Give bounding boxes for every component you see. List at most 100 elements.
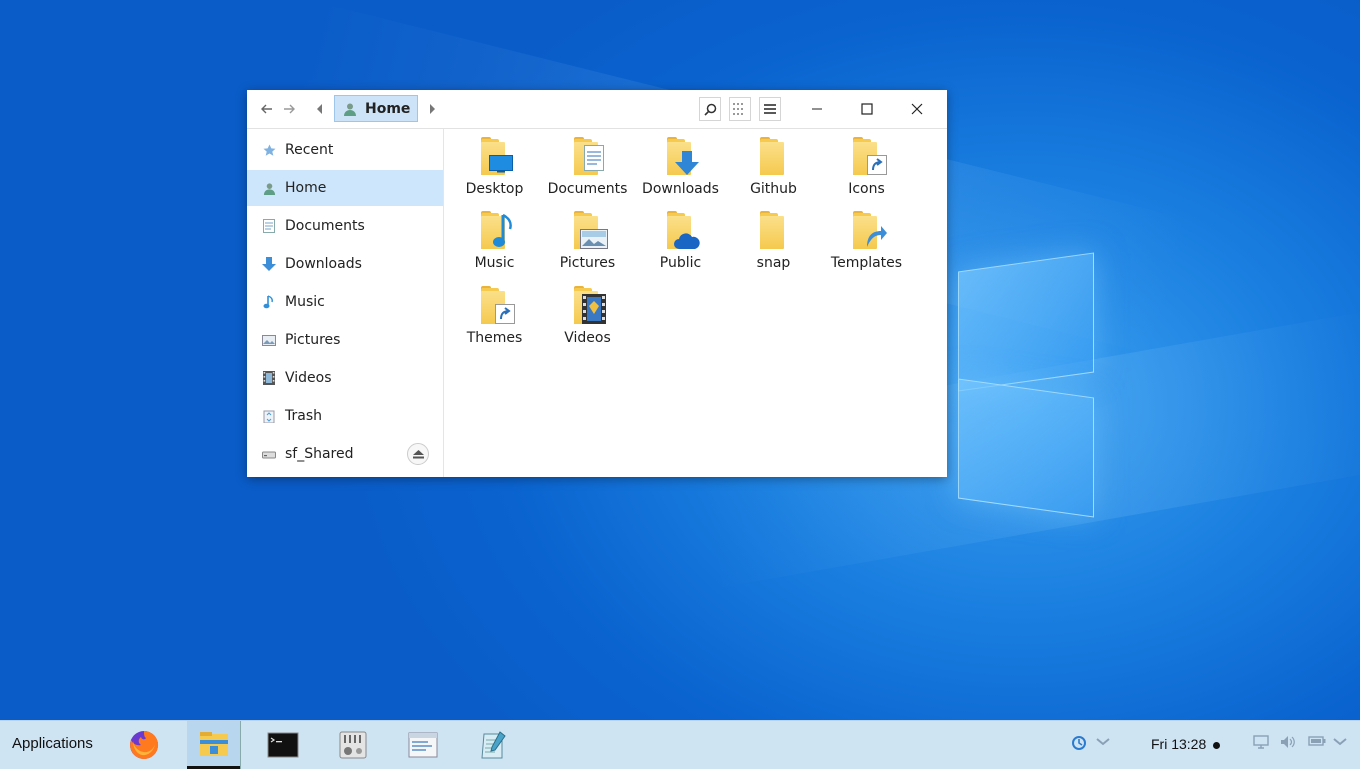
taskbar-firefox[interactable] (117, 721, 171, 769)
folder-icon (849, 137, 887, 177)
battery-icon (1308, 736, 1326, 746)
close-button[interactable] (893, 96, 941, 122)
path-left-button[interactable] (313, 98, 327, 120)
sidebar-item-videos[interactable]: Videos (247, 360, 443, 396)
taskbar-file-manager[interactable] (187, 721, 241, 769)
sidebar-item-recent[interactable]: Recent (247, 132, 443, 168)
file-item-label: Pictures (559, 255, 616, 271)
caret-right-icon (430, 104, 435, 114)
sidebar-item-sf-shared[interactable]: sf_Shared (247, 436, 443, 472)
file-item-templates[interactable]: Templates (820, 203, 913, 275)
tray-expand-button[interactable] (1096, 735, 1110, 751)
file-item-downloads[interactable]: Downloads (634, 129, 727, 201)
clock-time: Fri 13:28 (1151, 736, 1207, 752)
file-item-label: Templates (830, 255, 903, 271)
sidebar-item-downloads[interactable]: Downloads (247, 246, 443, 282)
minimize-button[interactable] (793, 96, 841, 122)
chevron-down-icon (1333, 738, 1347, 746)
file-item-themes[interactable]: Themes (448, 278, 541, 350)
file-item-videos[interactable]: Videos (541, 278, 634, 350)
folder-icon (477, 286, 515, 326)
terminal-icon (267, 732, 299, 758)
system-monitor-icon (408, 732, 438, 758)
drive-icon (262, 447, 276, 461)
view-toggle-button[interactable] (729, 97, 751, 121)
arrow-left-icon (261, 104, 272, 114)
document-icon (262, 219, 276, 233)
system-menu-button[interactable] (1333, 735, 1347, 751)
sidebar-item-label: Documents (285, 218, 365, 234)
sidebar-item-trash[interactable]: Trash (247, 398, 443, 434)
sidebar-item-music[interactable]: Music (247, 284, 443, 320)
clock[interactable]: Fri 13:28 (1151, 736, 1221, 752)
sidebar-item-pictures[interactable]: Pictures (247, 322, 443, 358)
file-item-label: Icons (848, 181, 885, 197)
battery-indicator[interactable] (1308, 735, 1326, 751)
file-item-label: Themes (466, 330, 523, 346)
sidebar-item-label: Home (285, 180, 327, 196)
file-item-label: Github (750, 181, 797, 197)
taskbar-separator (240, 721, 241, 769)
folder-icon (756, 137, 792, 177)
file-item-desktop[interactable]: Desktop (448, 129, 541, 201)
taskbar: Applications Fri 13:28 (0, 720, 1360, 769)
sidebar-item-documents[interactable]: Documents (247, 208, 443, 244)
search-button[interactable] (699, 97, 721, 121)
star-icon (262, 143, 276, 157)
network-icon (1253, 735, 1269, 749)
firefox-icon (130, 730, 159, 759)
taskbar-terminal[interactable] (256, 721, 310, 769)
hamburger-menu-icon (764, 104, 776, 114)
path-right-button[interactable] (425, 98, 439, 120)
film-icon (262, 371, 276, 385)
music-note-icon (262, 295, 276, 309)
home-user-icon (262, 181, 276, 195)
eject-button[interactable] (407, 443, 429, 465)
folder-icon (570, 211, 608, 251)
file-item-label: Music (474, 255, 515, 271)
folder-icon (570, 137, 606, 177)
folder-icon (477, 211, 513, 251)
file-item-icons[interactable]: Icons (820, 129, 913, 201)
applications-menu[interactable]: Applications (12, 735, 93, 752)
back-button[interactable] (259, 98, 275, 120)
sidebar-item-home[interactable]: Home (247, 170, 443, 206)
volume-indicator[interactable] (1280, 735, 1296, 753)
close-icon (911, 103, 923, 115)
text-editor-icon (481, 731, 506, 759)
taskbar-settings[interactable] (326, 721, 380, 769)
home-user-icon (344, 103, 356, 116)
windows-logo-pane (958, 252, 1094, 392)
taskbar-system-monitor[interactable] (396, 721, 450, 769)
file-item-github[interactable]: Github (727, 129, 820, 201)
file-item-pictures[interactable]: Pictures (541, 203, 634, 275)
network-indicator[interactable] (1253, 735, 1269, 753)
sidebar-item-label: Videos (285, 370, 332, 386)
forward-button[interactable] (281, 98, 297, 120)
folder-icon (477, 137, 513, 177)
file-item-label: Desktop (465, 181, 524, 197)
minimize-icon (812, 108, 822, 110)
menu-button[interactable] (759, 97, 781, 121)
sidebar-item-label: Trash (285, 408, 322, 424)
file-item-public[interactable]: Public (634, 203, 727, 275)
file-item-label: Videos (564, 330, 611, 346)
sidebar: Recent Home Documents Downloads Music Pi… (247, 129, 444, 477)
file-item-snap[interactable]: snap (727, 203, 820, 275)
update-icon (1072, 736, 1086, 750)
maximize-button[interactable] (843, 96, 891, 122)
update-indicator[interactable] (1071, 735, 1087, 755)
file-item-music[interactable]: Music (448, 203, 541, 275)
file-item-label: Documents (547, 181, 628, 197)
file-item-documents[interactable]: Documents (541, 129, 634, 201)
sidebar-item-label: Music (285, 294, 325, 310)
volume-icon (1281, 736, 1295, 748)
download-arrow-icon (262, 257, 276, 271)
taskbar-text-editor[interactable] (466, 721, 520, 769)
folder-icon (663, 137, 699, 177)
breadcrumb-home[interactable]: Home (334, 95, 418, 122)
breadcrumb-label: Home (365, 100, 411, 117)
settings-icon (339, 731, 367, 759)
file-item-label: snap (756, 255, 791, 271)
file-item-label: Public (659, 255, 702, 271)
